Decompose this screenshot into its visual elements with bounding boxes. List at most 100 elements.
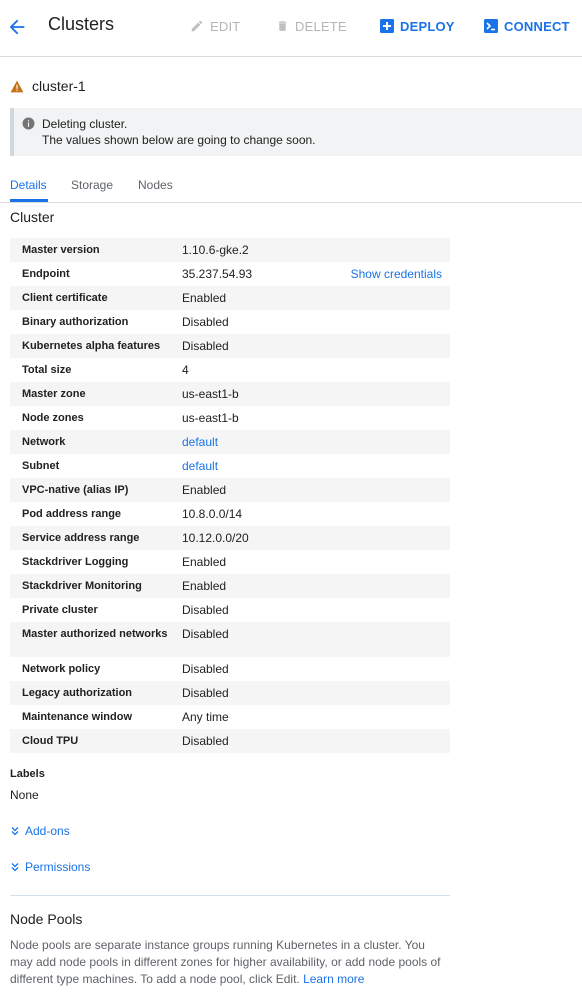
labels-value: None <box>10 788 39 802</box>
node-pools-title: Node Pools <box>10 911 83 927</box>
table-row: Legacy authorization Disabled <box>10 681 450 705</box>
table-row: Service address range 10.12.0.0/20 <box>10 526 450 550</box>
row-value: Disabled <box>182 734 229 748</box>
network-link[interactable]: default <box>182 435 218 449</box>
addons-label: Add-ons <box>25 824 70 838</box>
notice-line-2: The values shown below are going to chan… <box>42 133 316 147</box>
row-key: Subnet <box>22 460 60 472</box>
table-row: Subnet default <box>10 454 450 478</box>
table-row: VPC-native (alias IP) Enabled <box>10 478 450 502</box>
row-value: 35.237.54.93 <box>182 267 253 281</box>
row-key: Kubernetes alpha features <box>22 340 161 352</box>
trash-icon <box>278 21 287 31</box>
deploy-label: DEPLOY <box>400 18 455 34</box>
plus-box-icon <box>380 19 394 33</box>
info-icon <box>22 117 35 130</box>
deploy-button[interactable]: DEPLOY <box>380 18 455 34</box>
deleting-notice: Deleting cluster. The values shown below… <box>10 108 582 156</box>
row-key: Stackdriver Logging <box>22 556 129 568</box>
row-key: Master authorized networks <box>22 628 168 640</box>
addons-expander[interactable]: Add-ons <box>10 824 70 838</box>
cluster-header: cluster-1 <box>10 78 86 94</box>
tab-bar: Details Storage Nodes <box>0 170 582 203</box>
delete-label: DELETE <box>295 18 347 34</box>
row-key: Maintenance window <box>22 711 133 723</box>
row-key: Node zones <box>22 412 84 424</box>
table-row: Maintenance window Any time <box>10 705 450 729</box>
learn-more-link[interactable]: Learn more <box>303 972 364 986</box>
row-key: Service address range <box>22 532 140 544</box>
row-value: us-east1-b <box>182 387 239 401</box>
row-value: Enabled <box>182 483 227 497</box>
double-chevron-down-icon <box>11 827 19 836</box>
row-value: Disabled <box>182 662 229 676</box>
table-row: Private cluster Disabled <box>10 598 450 622</box>
top-bar: Clusters EDIT DELETE DEPLOY CONNECT <box>0 0 582 57</box>
tab-storage[interactable]: Storage <box>71 178 113 192</box>
row-value: Enabled <box>182 291 227 305</box>
terminal-icon <box>484 19 498 33</box>
row-value: Disabled <box>182 339 229 353</box>
row-value: Any time <box>182 710 229 724</box>
row-key: Client certificate <box>22 292 108 304</box>
subnet-link[interactable]: default <box>182 459 218 473</box>
table-row: Stackdriver Logging Enabled <box>10 550 450 574</box>
row-key: VPC-native (alias IP) <box>22 484 129 496</box>
node-pools-description: Node pools are separate instance groups … <box>10 937 450 988</box>
tab-details[interactable]: Details <box>10 178 47 192</box>
table-row: Endpoint 35.237.54.93 Show credentials <box>10 262 450 286</box>
table-row: Pod address range 10.8.0.0/14 <box>10 502 450 526</box>
table-row: Client certificate Enabled <box>10 286 450 310</box>
show-credentials-link[interactable]: Show credentials <box>351 267 442 281</box>
row-key: Private cluster <box>22 604 98 616</box>
table-row: Network policy Disabled <box>10 657 450 681</box>
active-tab-indicator <box>10 199 48 202</box>
table-row: Master zone us-east1-b <box>10 382 450 406</box>
labels-heading: Labels <box>10 768 45 780</box>
row-value: Enabled <box>182 555 227 569</box>
table-row: Stackdriver Monitoring Enabled <box>10 574 450 598</box>
section-title-cluster: Cluster <box>10 209 55 225</box>
row-value: Disabled <box>182 627 229 641</box>
row-key: Cloud TPU <box>22 735 79 747</box>
row-key: Total size <box>22 364 72 376</box>
row-key: Master version <box>22 244 100 256</box>
row-key: Pod address range <box>22 508 122 520</box>
row-value: 1.10.6-gke.2 <box>182 243 249 257</box>
permissions-label: Permissions <box>25 860 91 874</box>
page-title: Clusters <box>48 14 115 34</box>
delete-button[interactable]: DELETE <box>276 18 347 34</box>
row-key: Network policy <box>22 663 101 675</box>
row-value: 10.8.0.0/14 <box>182 507 243 521</box>
row-value: Enabled <box>182 579 227 593</box>
edit-label: EDIT <box>210 18 241 34</box>
notice-line-1: Deleting cluster. <box>42 117 128 131</box>
table-row: Kubernetes alpha features Disabled <box>10 334 450 358</box>
cluster-name: cluster-1 <box>32 78 86 94</box>
connect-label: CONNECT <box>504 18 570 34</box>
row-key: Master zone <box>22 388 86 400</box>
edit-button[interactable]: EDIT <box>190 18 240 34</box>
table-row: Master authorized networks Disabled <box>10 622 450 657</box>
back-arrow-icon[interactable] <box>6 16 28 38</box>
section-divider <box>10 895 450 896</box>
row-value: Disabled <box>182 315 229 329</box>
row-key: Network <box>22 436 66 448</box>
double-chevron-down-icon <box>11 863 19 872</box>
permissions-expander[interactable]: Permissions <box>10 860 90 874</box>
row-value: 10.12.0.0/20 <box>182 531 249 545</box>
row-key: Stackdriver Monitoring <box>22 580 142 592</box>
row-value: 4 <box>182 363 189 377</box>
row-key: Endpoint <box>22 268 70 280</box>
row-value: us-east1-b <box>182 411 239 425</box>
cluster-details-table: Master version 1.10.6-gke.2 Endpoint 35.… <box>10 238 450 753</box>
row-key: Legacy authorization <box>22 687 133 699</box>
tab-nodes[interactable]: Nodes <box>138 178 173 192</box>
row-key: Binary authorization <box>22 316 129 328</box>
table-row: Cloud TPU Disabled <box>10 729 450 753</box>
table-row: Network default <box>10 430 450 454</box>
table-row: Total size 4 <box>10 358 450 382</box>
row-value: Disabled <box>182 686 229 700</box>
connect-button[interactable]: CONNECT <box>484 18 570 34</box>
table-row: Node zones us-east1-b <box>10 406 450 430</box>
